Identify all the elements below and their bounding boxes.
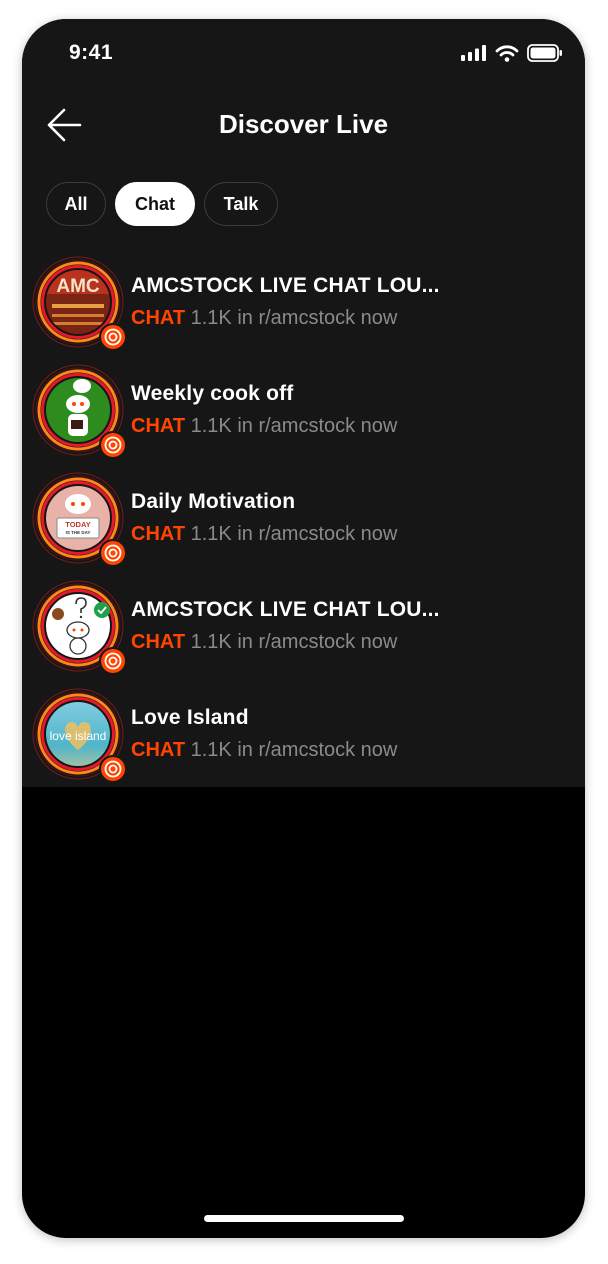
page-title: Discover Live <box>218 109 389 139</box>
room-listeners: 1.1K in r/amcstock now <box>190 739 398 761</box>
room-listeners: 1.1K in r/amcstock now <box>190 307 398 329</box>
room-meta: CHAT 1.1K in r/amcstock now <box>131 307 397 330</box>
room-meta: CHAT 1.1K in r/amcstock now <box>131 415 397 438</box>
phone-screen: 9:41 Discover Live All Chat Talk AMC AMC… <box>22 19 585 1238</box>
battery-icon <box>527 44 562 62</box>
avatar-sign-subtext: IS THE DAY <box>66 530 91 535</box>
room-name: Love Island <box>131 706 249 729</box>
room-avatar <box>32 364 128 460</box>
live-broadcast-icon <box>99 647 127 675</box>
signal-icon <box>461 45 486 61</box>
status-icons <box>461 44 563 62</box>
tab-all[interactable]: All <box>46 182 106 226</box>
home-indicator[interactable] <box>204 1215 404 1222</box>
room-type-tag: CHAT <box>131 307 186 329</box>
content-panel: 9:41 Discover Live All Chat Talk AMC AMC… <box>22 19 585 787</box>
room-type-tag: CHAT <box>131 415 186 437</box>
room-avatar <box>32 580 128 676</box>
live-room-row[interactable]: TODAY IS THE DAY Daily Motivation CHAT 1… <box>22 468 585 576</box>
live-broadcast-icon <box>99 431 127 459</box>
tab-all-label: All <box>64 193 88 214</box>
room-listeners: 1.1K in r/amcstock now <box>190 631 398 653</box>
room-meta: CHAT 1.1K in r/amcstock now <box>131 739 397 762</box>
room-listeners: 1.1K in r/amcstock now <box>190 415 398 437</box>
room-type-tag: CHAT <box>131 631 186 653</box>
live-broadcast-icon <box>99 755 127 783</box>
header: Discover Live <box>22 99 585 149</box>
room-meta: CHAT 1.1K in r/amcstock now <box>131 523 397 546</box>
live-broadcast-icon <box>99 323 127 351</box>
live-room-row[interactable]: AMC AMCSTOCK LIVE CHAT LOU... CHAT 1.1K … <box>22 252 585 360</box>
room-name: Weekly cook off <box>131 382 294 405</box>
room-name: AMCSTOCK LIVE CHAT LOU... <box>131 598 440 621</box>
avatar-logo-text: AMC <box>56 276 100 297</box>
room-type-tag: CHAT <box>131 523 186 545</box>
room-avatar: AMC <box>32 256 128 352</box>
room-listeners: 1.1K in r/amcstock now <box>190 523 398 545</box>
room-type-tag: CHAT <box>131 739 186 761</box>
wifi-icon <box>495 44 519 62</box>
status-bar: 9:41 <box>22 19 585 83</box>
live-room-row[interactable]: love island Love Island CHAT 1.1K in r/a… <box>22 684 585 792</box>
tab-chat-label: Chat <box>135 193 175 214</box>
room-meta: CHAT 1.1K in r/amcstock now <box>131 631 397 654</box>
avatar-sign-text: TODAY <box>65 520 90 529</box>
room-name: Daily Motivation <box>131 490 296 513</box>
tab-talk-label: Talk <box>223 193 259 214</box>
live-room-row[interactable]: Weekly cook off CHAT 1.1K in r/amcstock … <box>22 360 585 468</box>
room-avatar: love island <box>32 688 128 784</box>
room-name: AMCSTOCK LIVE CHAT LOU... <box>131 274 440 297</box>
filter-tabs: All Chat Talk <box>46 182 278 226</box>
room-avatar: TODAY IS THE DAY <box>32 472 128 568</box>
live-room-row[interactable]: AMCSTOCK LIVE CHAT LOU... CHAT 1.1K in r… <box>22 576 585 684</box>
status-time: 9:41 <box>69 41 114 64</box>
avatar-logo-text: love island <box>50 729 107 743</box>
tab-talk[interactable]: Talk <box>204 182 278 226</box>
live-broadcast-icon <box>99 539 127 567</box>
tab-chat[interactable]: Chat <box>115 182 195 226</box>
